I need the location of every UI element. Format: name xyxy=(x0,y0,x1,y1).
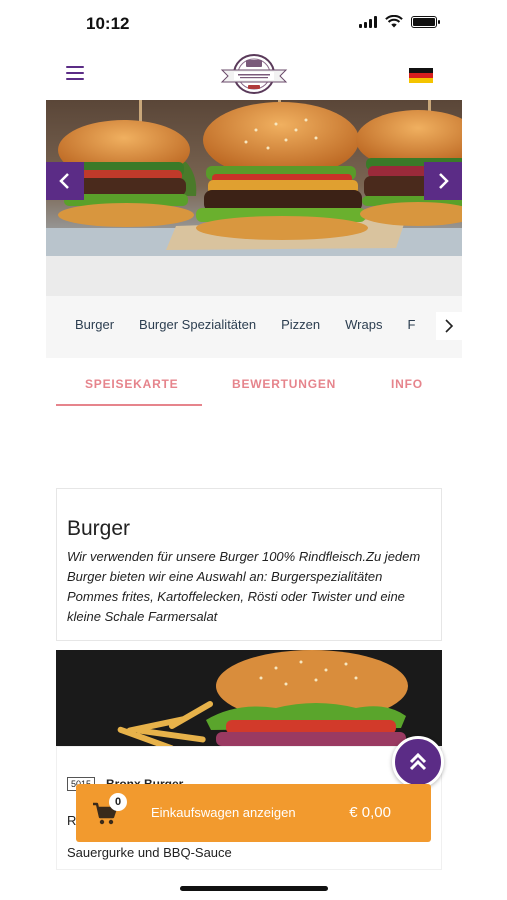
carousel-next-button[interactable] xyxy=(424,162,462,200)
product-description: Sauergurke und BBQ-Sauce xyxy=(67,845,232,860)
hero-footer-band xyxy=(46,256,462,296)
chevron-left-icon xyxy=(59,173,69,189)
signal-icon xyxy=(359,15,377,28)
tab-info[interactable]: INFO xyxy=(391,377,423,391)
hero-carousel[interactable] xyxy=(46,100,462,256)
double-chevron-up-icon xyxy=(409,752,427,771)
cart-total: € 0,00 xyxy=(349,804,391,821)
hamburger-menu-icon[interactable] xyxy=(66,66,84,80)
tab-bewertungen[interactable]: BEWERTUNGEN xyxy=(232,377,336,391)
burger-product-image xyxy=(56,650,442,746)
category-item-burger-spezialitaeten[interactable]: Burger Spezialitäten xyxy=(139,317,256,332)
battery-icon xyxy=(411,15,440,28)
app-header xyxy=(0,48,507,100)
status-icons xyxy=(359,15,440,28)
section-tabs: SPEISEKARTE BEWERTUNGEN INFO xyxy=(56,360,452,410)
tab-speisekarte[interactable]: SPEISEKARTE xyxy=(85,377,179,391)
category-item-burger[interactable]: Burger xyxy=(75,317,114,332)
category-item-truncated[interactable]: F xyxy=(407,317,415,332)
category-item-pizzen[interactable]: Pizzen xyxy=(281,317,320,332)
burger-hero-image xyxy=(46,100,462,256)
cart-count-badge: 0 xyxy=(109,793,127,811)
menu-category-description: Wir verwenden für unsere Burger 100% Rin… xyxy=(67,549,421,624)
home-indicator[interactable] xyxy=(180,886,328,891)
status-time: 10:12 xyxy=(86,14,130,33)
chevron-right-icon xyxy=(445,319,454,333)
scroll-to-top-button[interactable] xyxy=(392,736,444,788)
category-item-wraps[interactable]: Wraps xyxy=(345,317,382,332)
product-image[interactable] xyxy=(56,650,442,746)
chevron-right-icon xyxy=(439,173,449,189)
view-cart-button[interactable]: 0 Einkaufswagen anzeigen € 0,00 xyxy=(76,784,431,842)
menu-category-card: Burger Wir verwenden für unsere Burger 1… xyxy=(56,488,442,641)
carousel-prev-button[interactable] xyxy=(46,162,84,200)
wall-street-logo[interactable] xyxy=(220,52,288,96)
category-scroll-right-button[interactable] xyxy=(436,312,462,340)
status-bar: 10:12 xyxy=(0,0,507,48)
category-navigation: Burger Burger Spezialitäten Pizzen Wraps… xyxy=(46,296,462,358)
active-tab-indicator xyxy=(56,404,202,406)
cart-button-label: Einkaufswagen anzeigen xyxy=(151,805,296,820)
wifi-icon xyxy=(385,15,403,28)
product-description-start: R xyxy=(67,813,77,828)
menu-category-title: Burger xyxy=(67,517,131,540)
german-flag-icon[interactable] xyxy=(409,68,433,83)
